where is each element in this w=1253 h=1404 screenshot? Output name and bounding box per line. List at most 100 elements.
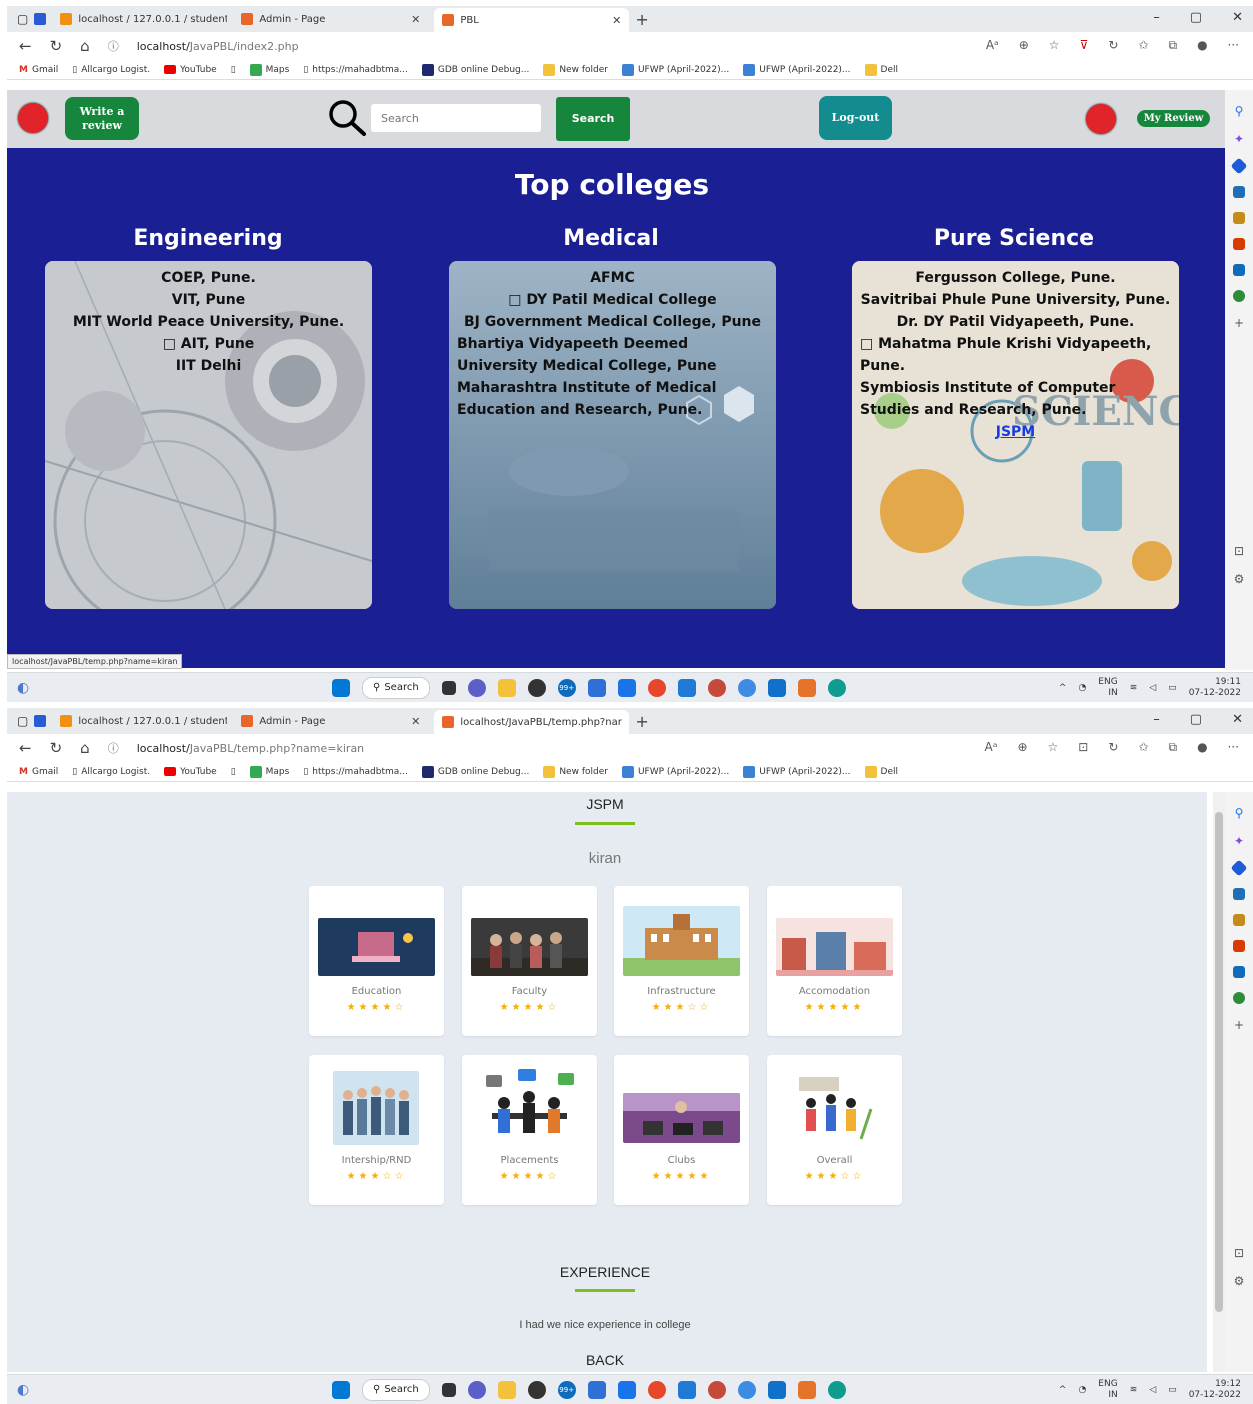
profile-icon[interactable]: ● <box>1197 740 1207 755</box>
tab-pbl[interactable]: PBL ✕ <box>434 8 630 32</box>
sidebar-toggle-icon[interactable]: ⊡ <box>1234 544 1244 558</box>
collections-icon[interactable]: ⧉ <box>1168 38 1177 53</box>
tab-admin[interactable]: Admin - Page ✕ <box>233 8 428 30</box>
bookmark-mahadbt[interactable]: ▯ https://mahadbtma... <box>303 65 408 75</box>
read-aloud-icon[interactable]: Aᵃ <box>985 740 998 755</box>
bookmark-gmail[interactable]: M Gmail <box>19 767 58 777</box>
new-tab-icon[interactable]: + <box>635 712 648 731</box>
sidebar-toggle-icon[interactable]: ⊡ <box>1234 1246 1244 1260</box>
minimize-icon[interactable]: – <box>1153 712 1160 727</box>
shopping-icon[interactable] <box>1230 859 1248 877</box>
bookmark-ufwp-1[interactable]: UFWP (April-2022)... <box>621 765 729 778</box>
network-icon[interactable]: ◔ <box>1078 683 1086 693</box>
photos-icon[interactable] <box>587 678 606 697</box>
bookmark-ufwp-1[interactable]: UFWP (April-2022)... <box>621 63 729 76</box>
wifi-icon[interactable]: ≋ <box>1130 683 1138 693</box>
college-item[interactable]: □ AIT, Pune <box>53 333 364 355</box>
mail-icon[interactable]: 99+ <box>557 1380 576 1399</box>
window-menu-icon[interactable]: ▢ <box>17 714 28 728</box>
home-icon[interactable]: ⌂ <box>80 37 90 55</box>
profile-icon[interactable]: ● <box>1197 38 1207 53</box>
tab-admin[interactable]: Admin - Page ✕ <box>233 710 428 732</box>
college-item[interactable]: COEP, Pune. <box>53 267 364 289</box>
chat-icon[interactable] <box>467 678 486 697</box>
vscode-icon[interactable] <box>677 1380 696 1399</box>
weather-icon[interactable]: ◐ <box>17 1382 29 1398</box>
collections-icon[interactable]: ⧉ <box>1168 740 1177 755</box>
clock[interactable]: 19:11 07-12-2022 <box>1189 677 1241 699</box>
search-icon[interactable]: ⚲ <box>1235 806 1244 820</box>
search-icon[interactable]: ⚲ <box>1235 104 1244 118</box>
extension-icon[interactable]: ⊡ <box>1078 740 1088 755</box>
eclipse-icon[interactable] <box>707 678 726 697</box>
scrollbar-thumb[interactable] <box>1215 812 1223 1312</box>
favorite-icon[interactable]: ☆ <box>1048 740 1059 755</box>
office-icon[interactable] <box>1233 238 1245 250</box>
eclipse-icon[interactable] <box>707 1380 726 1399</box>
minimize-icon[interactable]: – <box>1153 10 1160 25</box>
college-item[interactable]: VIT, Pune <box>53 289 364 311</box>
bookmark-gdb[interactable]: GDB online Debug... <box>421 765 529 778</box>
chrome-icon[interactable] <box>647 1380 666 1399</box>
taskbar-search[interactable]: ⚲ Search <box>362 1378 430 1401</box>
file-explorer-icon[interactable] <box>497 1380 516 1399</box>
favorites-icon[interactable]: ✩ <box>1138 740 1148 755</box>
search-button[interactable]: Search <box>556 97 630 141</box>
wifi-icon[interactable]: ≋ <box>1130 1385 1138 1395</box>
bookmark-youtube[interactable]: YouTube <box>164 65 217 75</box>
chevron-up-icon[interactable]: ^ <box>1059 1385 1067 1395</box>
volume-icon[interactable]: ◁ <box>1149 1385 1156 1395</box>
college-item[interactable]: Savitribai Phule Pune University, Pune. <box>860 289 1171 311</box>
outlook-icon[interactable] <box>1233 966 1245 978</box>
workspaces-icon[interactable] <box>34 715 47 727</box>
battery-icon[interactable]: ▭ <box>1168 1385 1177 1395</box>
back-icon[interactable]: ← <box>19 739 32 757</box>
close-tab-icon[interactable]: ✕ <box>612 14 621 27</box>
back-icon[interactable]: ← <box>19 37 32 55</box>
outlook-app-icon[interactable] <box>767 1380 786 1399</box>
battery-icon[interactable]: ▭ <box>1168 683 1177 693</box>
back-button[interactable]: BACK <box>7 1352 1203 1368</box>
maximize-icon[interactable]: ▢ <box>1190 10 1202 25</box>
language-indicator[interactable]: ENG IN <box>1098 1379 1117 1401</box>
volume-icon[interactable]: ◁ <box>1149 683 1156 693</box>
bookmark-folder[interactable]: New folder <box>543 765 608 778</box>
reload-icon[interactable]: ↻ <box>50 739 63 757</box>
bookmark-dell[interactable]: Dell <box>864 765 898 778</box>
bookmark-maps[interactable]: Maps <box>249 63 289 76</box>
add-icon[interactable]: + <box>1234 316 1244 330</box>
bookmark-ufwp-2[interactable]: UFWP (April-2022)... <box>743 765 851 778</box>
bookmark-mahadbt[interactable]: ▯ https://mahadbtma... <box>303 767 408 777</box>
favorites-icon[interactable]: ✩ <box>1138 38 1148 53</box>
reload-icon[interactable]: ↻ <box>50 37 63 55</box>
games-icon[interactable] <box>1233 212 1245 224</box>
workspaces-icon[interactable] <box>34 13 47 25</box>
info-icon[interactable]: ⓘ <box>108 740 119 756</box>
window-menu-icon[interactable]: ▢ <box>17 12 28 26</box>
settings-icon[interactable]: ⚙ <box>1234 1274 1245 1288</box>
start-icon[interactable] <box>332 1380 350 1399</box>
college-item[interactable]: □ DY Patil Medical College <box>457 289 768 311</box>
bookmark-folder[interactable]: New folder <box>543 63 608 76</box>
bookmark-gdb[interactable]: GDB online Debug... <box>421 63 529 76</box>
add-icon[interactable]: + <box>1234 1018 1244 1032</box>
outlook-icon[interactable] <box>1233 264 1245 276</box>
bookmark-maps[interactable]: Maps <box>249 765 289 778</box>
chrome-dev-icon[interactable] <box>737 678 756 697</box>
info-icon[interactable]: ⓘ <box>108 38 119 54</box>
bookmark-ufwp-2[interactable]: UFWP (April-2022)... <box>743 63 851 76</box>
logout-button[interactable]: Log-out <box>819 96 892 140</box>
extension-icon[interactable]: ⊽ <box>1080 38 1089 53</box>
zoom-app-icon[interactable] <box>617 1380 636 1399</box>
chat-icon[interactable] <box>467 1380 486 1399</box>
home-icon[interactable]: ⌂ <box>80 739 90 757</box>
shopping-icon[interactable] <box>1230 157 1248 175</box>
college-item[interactable]: BJ Government Medical College, Pune <box>457 311 768 333</box>
college-item[interactable]: IIT Delhi <box>53 355 364 377</box>
read-aloud-icon[interactable]: Aᵃ <box>986 38 999 53</box>
college-item[interactable]: Dr. DY Patil Vidyapeeth, Pune. <box>860 311 1171 333</box>
college-item[interactable]: □ Mahatma Phule Krishi Vidyapeeth, Pune. <box>860 333 1171 377</box>
office-icon[interactable] <box>1233 940 1245 952</box>
dell-icon[interactable] <box>527 678 546 697</box>
zoom-icon[interactable]: ⊕ <box>1019 38 1029 53</box>
